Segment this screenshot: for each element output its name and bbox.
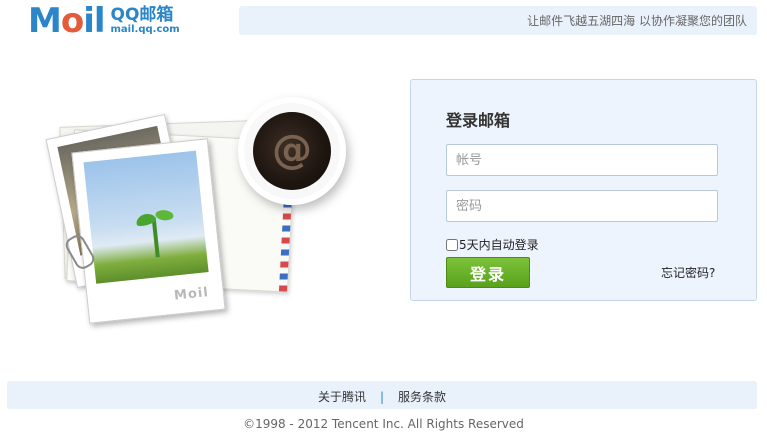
footer-links: 关于腾讯 | 服务条款 bbox=[7, 388, 757, 405]
footer-link-about-tencent[interactable]: 关于腾讯 bbox=[318, 390, 366, 404]
password-input[interactable] bbox=[446, 190, 718, 222]
logo-qq-label: QQ邮箱 bbox=[110, 5, 174, 25]
footer-bar: 关于腾讯 | 服务条款 bbox=[7, 381, 757, 409]
remember-login[interactable]: 5天内自动登录 bbox=[446, 236, 539, 253]
coffee-cup-icon: @ bbox=[238, 97, 346, 205]
remember-label: 5天内自动登录 bbox=[459, 238, 539, 252]
logo-url-label: mail.qq.com bbox=[110, 24, 180, 35]
logo-text: QQ邮箱 mail.qq.com bbox=[111, 6, 180, 36]
qq-mail-logo[interactable]: Moil QQ邮箱 mail.qq.com bbox=[28, 2, 180, 42]
copyright-text: ©1998 - 2012 Tencent Inc. All Rights Res… bbox=[243, 417, 524, 431]
login-title: 登录邮箱 bbox=[446, 111, 511, 130]
username-input[interactable] bbox=[446, 144, 718, 176]
footer-link-terms[interactable]: 服务条款 bbox=[398, 390, 446, 404]
at-sign-icon: @ bbox=[272, 127, 312, 173]
logo-mail-wordmark: Moil bbox=[28, 1, 106, 41]
footer-separator: | bbox=[379, 390, 385, 404]
slogan-text: 让邮件飞越五湖四海 以协作凝聚您的团队 bbox=[527, 14, 747, 28]
mail-illustration: Moil @ bbox=[45, 95, 370, 325]
login-panel: 登录邮箱 5天内自动登录 登录 忘记密码? bbox=[410, 79, 757, 301]
forgot-password-link[interactable]: 忘记密码? bbox=[661, 264, 715, 281]
slogan-bar: 让邮件飞越五湖四海 以协作凝聚您的团队 bbox=[239, 6, 757, 35]
remember-checkbox[interactable] bbox=[446, 238, 458, 251]
login-button[interactable]: 登录 bbox=[446, 257, 530, 288]
photo-mail-mark: Moil bbox=[173, 285, 210, 304]
photo-card-icon: Moil bbox=[71, 138, 226, 324]
